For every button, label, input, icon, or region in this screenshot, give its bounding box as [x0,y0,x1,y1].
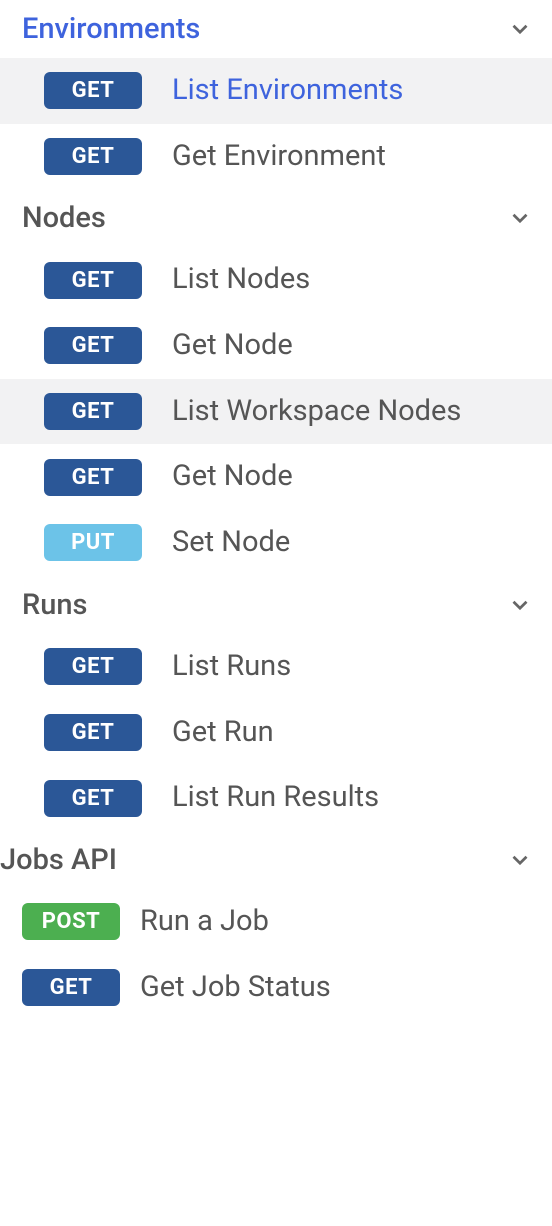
item-label: Get Job Status [140,969,331,1007]
chevron-down-icon [506,15,534,43]
item-label: List Workspace Nodes [172,393,461,431]
section-title: Runs [22,588,87,622]
item-label: Get Node [172,458,293,496]
method-badge: GET [44,138,142,175]
section-header-jobs-api[interactable]: Jobs API [0,831,552,889]
method-badge: POST [22,903,120,940]
nav-item-list-runs[interactable]: GET List Runs [0,634,552,700]
method-badge: PUT [44,524,142,561]
item-label: Set Node [172,524,290,562]
section-title: Jobs API [0,843,117,877]
section-title: Nodes [22,201,106,235]
section-header-nodes[interactable]: Nodes [0,189,552,247]
nav-item-get-job-status[interactable]: GET Get Job Status [0,955,552,1021]
item-label: Get Node [172,327,293,365]
nav-item-list-nodes[interactable]: GET List Nodes [0,247,552,313]
nav-item-get-node-2[interactable]: GET Get Node [0,444,552,510]
item-label: Run a Job [140,903,269,941]
chevron-down-icon [506,204,534,232]
section-header-runs[interactable]: Runs [0,576,552,634]
method-badge: GET [44,459,142,496]
nav-item-list-run-results[interactable]: GET List Run Results [0,765,552,831]
nav-item-set-node[interactable]: PUT Set Node [0,510,552,576]
nav-item-get-environment[interactable]: GET Get Environment [0,124,552,190]
method-badge: GET [44,327,142,364]
chevron-down-icon [506,846,534,874]
item-label: List Nodes [172,261,310,299]
item-label: List Environments [172,72,403,110]
method-badge: GET [44,72,142,109]
nav-item-list-environments[interactable]: GET List Environments [0,58,552,124]
method-badge: GET [44,648,142,685]
nav-item-list-workspace-nodes[interactable]: GET List Workspace Nodes [0,379,552,445]
method-badge: GET [44,393,142,430]
method-badge: GET [44,780,142,817]
nav-item-run-a-job[interactable]: POST Run a Job [0,889,552,955]
item-label: Get Environment [172,138,386,176]
method-badge: GET [44,714,142,751]
item-label: List Run Results [172,779,379,817]
section-header-environments[interactable]: Environments [0,0,552,58]
nav-item-get-node[interactable]: GET Get Node [0,313,552,379]
method-badge: GET [44,262,142,299]
chevron-down-icon [506,591,534,619]
item-label: List Runs [172,648,291,686]
item-label: Get Run [172,714,274,752]
method-badge: GET [22,969,120,1006]
section-title: Environments [22,12,200,46]
nav-item-get-run[interactable]: GET Get Run [0,700,552,766]
